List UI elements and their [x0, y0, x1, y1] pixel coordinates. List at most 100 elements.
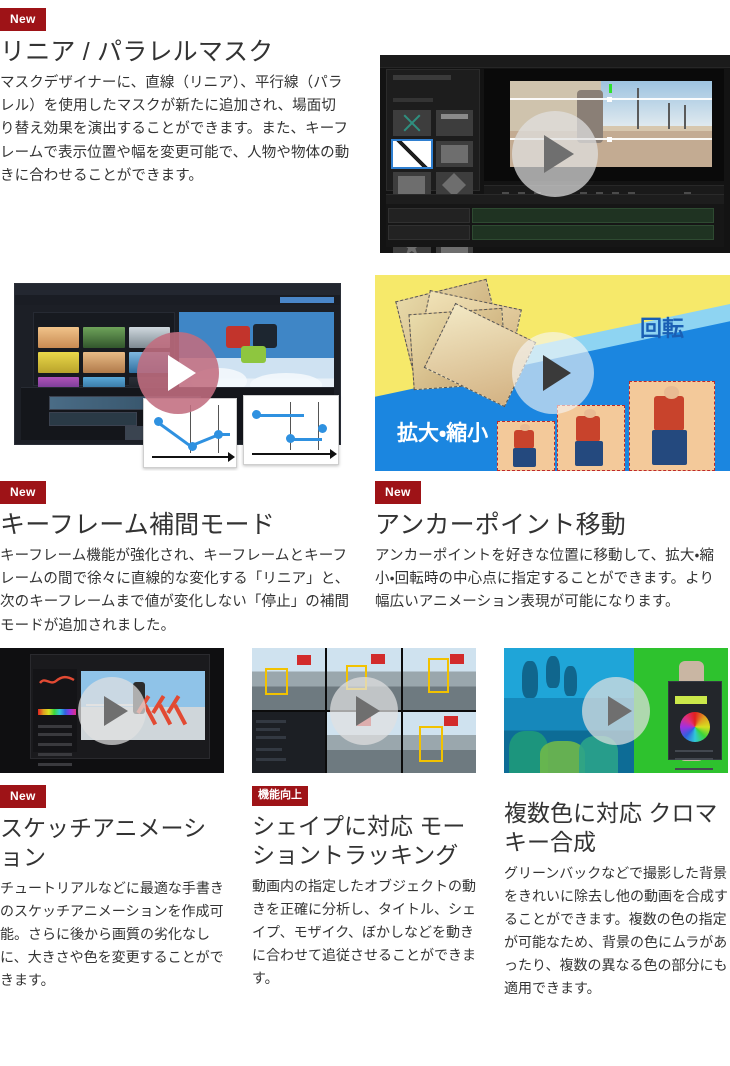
- feature-title: キーフレーム補間モード: [0, 511, 275, 539]
- keyframe-dot: [286, 434, 295, 443]
- feature-column-sketch-animation: New スケッチアニメーション チュートリアルなどに最適な手書きのスケッチアニメ…: [0, 648, 224, 1000]
- scale-label: 拡大・縮小: [397, 422, 489, 445]
- skydiver: [225, 325, 251, 348]
- timeline-clip[interactable]: [472, 208, 714, 223]
- badge-new: New: [375, 481, 421, 504]
- play-triangle-icon: [544, 135, 574, 173]
- scene-pole: [667, 103, 670, 130]
- play-button[interactable]: [330, 676, 398, 745]
- skydiver: [253, 323, 277, 348]
- play-triangle-icon: [355, 695, 380, 726]
- diver-silhouette: [563, 665, 577, 696]
- feature-column-motion-tracking: 機能向上 シェイプに対応 モーショントラッキング 動画内の指定したオブジェクトの…: [252, 648, 476, 1000]
- badge-new: New: [0, 8, 46, 31]
- play-button[interactable]: [512, 111, 598, 197]
- timeline-clip[interactable]: [49, 412, 137, 426]
- badge-upgrade: 機能向上: [252, 786, 308, 806]
- color-gradient-picker[interactable]: [38, 709, 76, 715]
- color-wheel-icon[interactable]: [679, 711, 710, 742]
- anchor-point-video-thumbnail[interactable]: 回転 拡大・縮小: [375, 275, 730, 471]
- tracking-marker: [443, 716, 458, 727]
- tracking-frame: [402, 711, 476, 773]
- timeline-clip[interactable]: [472, 225, 714, 240]
- feature-column-chroma-key: 複数色に対応 クロマキー合成 グリーンバックなどで撮影した背景をきれいに除去し他…: [504, 648, 728, 1000]
- feature-section-row-2: New キーフレーム補間モード キーフレーム機能が強化され、キーフレームとキーフ…: [0, 275, 730, 645]
- play-triangle-icon: [103, 695, 128, 726]
- play-button[interactable]: [136, 332, 219, 414]
- keyframe-graph-hold: [243, 395, 339, 465]
- feature-text-block: 複数色に対応 クロマキー合成 グリーンバックなどで撮影した背景をきれいに除去し他…: [504, 799, 728, 1000]
- panel-subtitle-placeholder: [393, 98, 433, 102]
- keyframe-dot: [214, 430, 223, 439]
- runner-frame-large: [629, 381, 715, 471]
- play-button[interactable]: [511, 332, 594, 414]
- mask-handle[interactable]: [606, 136, 612, 142]
- tracking-marker: [371, 654, 386, 665]
- feature-description: 動画内の指定したオブジェクトの動きを正確に分析し、タイトル、シェイプ、モザイク、…: [252, 878, 476, 986]
- feature-list-page: New リニア / パラレルマスク マスクデザイナーに、直線（リニア）、平行線（…: [0, 0, 730, 1066]
- runner-frame-medium: [557, 405, 625, 471]
- scene-sky: [600, 81, 712, 126]
- media-thumb[interactable]: [38, 327, 80, 348]
- media-thumb[interactable]: [38, 352, 80, 373]
- keyframe-dot: [318, 424, 327, 433]
- badge-new: New: [0, 785, 46, 808]
- media-thumb[interactable]: [83, 352, 125, 373]
- badge-new: New: [0, 481, 46, 504]
- feature-title: リニア / パラレルマスク: [0, 38, 274, 66]
- play-triangle-icon: [607, 695, 632, 726]
- diver-silhouette: [522, 660, 538, 698]
- rotate-label: 回転: [639, 316, 684, 341]
- sketch-animation-video-thumbnail[interactable]: [0, 648, 224, 773]
- graph-segment: [157, 421, 190, 447]
- feature-title: 複数色に対応 クロマキー合成: [504, 800, 718, 855]
- anchor-pin-icon: [608, 84, 612, 94]
- graph-gridline: [218, 405, 219, 453]
- shape-rectangle-icon[interactable]: [435, 141, 473, 167]
- keyframe-interpolation-video-thumbnail[interactable]: [0, 275, 355, 471]
- feature-section-linear-parallel-mask: New リニア / パラレルマスク マスクデザイナーに、直線（リニア）、平行線（…: [0, 0, 730, 268]
- mask-shape-panel: [386, 69, 480, 253]
- graph-segment: [256, 414, 304, 417]
- tracking-frame: [402, 648, 476, 710]
- shape-parallel-line-icon[interactable]: [391, 139, 433, 169]
- tracking-box: [427, 657, 450, 693]
- feature-text-block: New リニア / パラレルマスク マスクデザイナーに、直線（リニア）、平行線（…: [0, 8, 350, 189]
- tracking-marker: [297, 655, 312, 666]
- app-menubar: [15, 284, 340, 295]
- editor-timeline[interactable]: [386, 194, 724, 247]
- feature-title: シェイプに対応 モーショントラッキング: [252, 813, 466, 868]
- app-logo: [280, 297, 334, 303]
- shape-none-icon[interactable]: [393, 110, 431, 136]
- shape-rect-band-icon[interactable]: [435, 110, 473, 136]
- scene-pole: [683, 105, 686, 130]
- chroma-key-video-thumbnail[interactable]: [504, 648, 728, 773]
- color-swatch[interactable]: [674, 695, 707, 704]
- feature-title: スケッチアニメーション: [0, 815, 207, 870]
- feature-description: キーフレーム機能が強化され、キーフレームとキーフレームの間で徐々に直線的な変化す…: [0, 547, 350, 634]
- media-thumb[interactable]: [83, 327, 125, 348]
- keyframe-dot: [188, 442, 197, 451]
- tracking-frame: [252, 648, 326, 710]
- keyframe-dot: [252, 410, 261, 419]
- sketch-tool-panel: [33, 669, 77, 766]
- feature-description: アンカーポイントを好きな位置に移動して、拡大・縮小・回転時の中心点に指定すること…: [375, 547, 715, 611]
- skydiver: [241, 346, 266, 363]
- tracking-settings-panel: [252, 711, 326, 773]
- keyframe-dot: [154, 417, 163, 426]
- graph-x-axis: [152, 452, 235, 462]
- tracking-box: [265, 667, 289, 696]
- play-button[interactable]: [582, 676, 650, 745]
- feature-description: グリーンバックなどで撮影した背景をきれいに除去し他の動画を合成することができます…: [504, 865, 728, 996]
- track-header: [388, 208, 470, 223]
- diver-silhouette: [545, 655, 560, 688]
- play-button[interactable]: [78, 676, 146, 745]
- feature-columns: New スケッチアニメーション チュートリアルなどに最適な手書きのスケッチアニメ…: [0, 648, 730, 1000]
- feature-text-block: New スケッチアニメーション チュートリアルなどに最適な手書きのスケッチアニメ…: [0, 785, 224, 992]
- runner-frame-small: [497, 421, 555, 471]
- feature-text-block: New キーフレーム補間モード キーフレーム機能が強化され、キーフレームとキーフ…: [0, 481, 350, 638]
- mask-handle[interactable]: [606, 97, 612, 103]
- track-header: [388, 225, 470, 240]
- motion-tracking-video-thumbnail[interactable]: [252, 648, 476, 773]
- mask-designer-video-thumbnail[interactable]: [380, 55, 730, 253]
